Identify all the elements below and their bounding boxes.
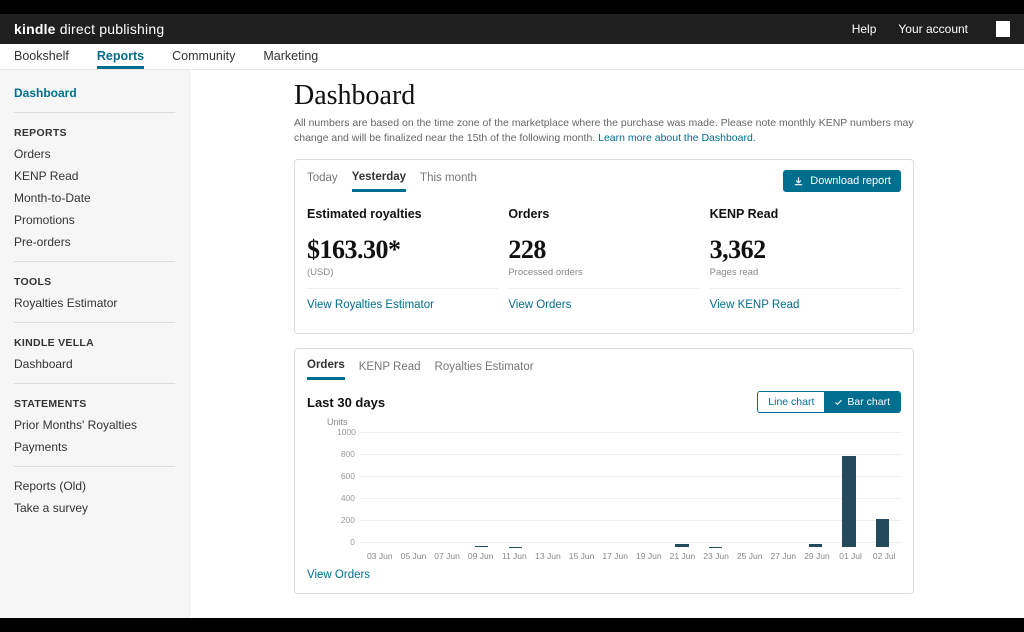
bar-column — [532, 427, 565, 547]
chart-tab-royalties[interactable]: Royalties Estimator — [435, 361, 534, 379]
sidebar-heading-vella: KINDLE VELLA — [14, 337, 175, 349]
orders-chart: 10008006004002000 — [337, 427, 901, 547]
bar-column — [866, 427, 899, 547]
main-tabs: Bookshelf Reports Community Marketing — [0, 44, 1024, 70]
view-orders-link[interactable]: View Orders — [508, 299, 699, 311]
bar-column — [398, 427, 431, 547]
sidebar-item-promotions[interactable]: Promotions — [14, 209, 175, 231]
xtick: 17 Jun — [598, 551, 632, 561]
sidebar-item-reports-old[interactable]: Reports (Old) — [14, 475, 175, 497]
sidebar-heading-tools: TOOLS — [14, 276, 175, 288]
xtick: 19 Jun — [632, 551, 666, 561]
view-kenp-link[interactable]: View KENP Read — [710, 299, 901, 311]
bar-column — [766, 427, 799, 547]
sidebar-item-mtd[interactable]: Month-to-Date — [14, 187, 175, 209]
xtick: 21 Jun — [666, 551, 700, 561]
sidebar-item-payments[interactable]: Payments — [14, 436, 175, 458]
metric-orders: Orders 228 Processed orders — [508, 207, 699, 289]
bar[interactable] — [675, 544, 688, 548]
metric-royalties-value: $163.30* — [307, 235, 498, 265]
chart-tab-kenp[interactable]: KENP Read — [359, 361, 421, 379]
sidebar-item-royalties-estimator[interactable]: Royalties Estimator — [14, 292, 175, 314]
view-royalties-link[interactable]: View Royalties Estimator — [307, 299, 498, 311]
summary-tab-month[interactable]: This month — [420, 172, 477, 190]
sidebar-item-dashboard[interactable]: Dashboard — [14, 82, 175, 104]
bar-column — [832, 427, 865, 547]
download-report-button[interactable]: Download report — [783, 170, 901, 192]
tab-marketing[interactable]: Marketing — [263, 49, 318, 69]
sidebar-heading-statements: STATEMENTS — [14, 398, 175, 410]
sidebar-item-prior-royalties[interactable]: Prior Months' Royalties — [14, 414, 175, 436]
xtick: 29 Jun — [800, 551, 834, 561]
help-link[interactable]: Help — [852, 22, 877, 36]
xtick: 23 Jun — [699, 551, 733, 561]
sidebar-heading-reports: REPORTS — [14, 127, 175, 139]
bar-column — [365, 427, 398, 547]
xtick: 27 Jun — [767, 551, 801, 561]
xtick: 13 Jun — [531, 551, 565, 561]
sidebar-item-preorders[interactable]: Pre-orders — [14, 231, 175, 253]
learn-more-link[interactable]: Learn more about the Dashboard. — [598, 132, 756, 144]
xtick: 02 Jul — [867, 551, 901, 561]
summary-tab-yesterday[interactable]: Yesterday — [352, 171, 406, 192]
download-icon — [793, 176, 804, 187]
tab-community[interactable]: Community — [172, 49, 235, 69]
xtick: 15 Jun — [565, 551, 599, 561]
account-icon[interactable] — [996, 21, 1010, 37]
summary-tab-today[interactable]: Today — [307, 172, 338, 190]
brand-logo[interactable]: kindle direct publishing — [14, 21, 164, 37]
sidebar-item-orders[interactable]: Orders — [14, 143, 175, 165]
bar-column — [799, 427, 832, 547]
metric-kenp-value: 3,362 — [710, 235, 901, 265]
sidebar: Dashboard REPORTS Orders KENP Read Month… — [0, 70, 190, 618]
bar[interactable] — [509, 547, 522, 548]
check-icon — [834, 398, 843, 407]
summary-card: Today Yesterday This month Download repo… — [294, 159, 914, 334]
metric-orders-value: 228 — [508, 235, 699, 265]
bar-column — [432, 427, 465, 547]
sidebar-item-survey[interactable]: Take a survey — [14, 497, 175, 519]
bar-column — [732, 427, 765, 547]
metric-royalties: Estimated royalties $163.30* (USD) — [307, 207, 498, 289]
bar[interactable] — [809, 544, 822, 548]
bar-chart-button[interactable]: Bar chart — [824, 392, 900, 412]
bar[interactable] — [876, 519, 889, 548]
sidebar-item-kenp[interactable]: KENP Read — [14, 165, 175, 187]
page-title: Dashboard — [294, 80, 914, 112]
chart-ylabel: Units — [327, 417, 901, 427]
bar-column — [632, 427, 665, 547]
bar-column — [665, 427, 698, 547]
sidebar-item-vella-dashboard[interactable]: Dashboard — [14, 353, 175, 375]
xtick: 03 Jun — [363, 551, 397, 561]
chart-view-orders-link[interactable]: View Orders — [307, 569, 901, 581]
bar-column — [699, 427, 732, 547]
xtick: 07 Jun — [430, 551, 464, 561]
bar-column — [499, 427, 532, 547]
line-chart-button[interactable]: Line chart — [758, 392, 824, 412]
xtick: 11 Jun — [498, 551, 532, 561]
chart-card: Orders KENP Read Royalties Estimator Las… — [294, 348, 914, 594]
bar-column — [599, 427, 632, 547]
top-bar: kindle direct publishing Help Your accou… — [0, 14, 1024, 44]
chart-period-title: Last 30 days — [307, 395, 385, 410]
account-link[interactable]: Your account — [898, 22, 968, 36]
tab-reports[interactable]: Reports — [97, 49, 144, 69]
tab-bookshelf[interactable]: Bookshelf — [14, 49, 69, 69]
bar-column — [465, 427, 498, 547]
bar-column — [565, 427, 598, 547]
xtick: 25 Jun — [733, 551, 767, 561]
metric-kenp: KENP Read 3,362 Pages read — [710, 207, 901, 289]
xtick: 05 Jun — [397, 551, 431, 561]
chart-tab-orders[interactable]: Orders — [307, 359, 345, 380]
xtick: 09 Jun — [464, 551, 498, 561]
page-note: All numbers are based on the time zone o… — [294, 116, 914, 145]
bar[interactable] — [842, 456, 855, 547]
bar[interactable] — [475, 546, 488, 547]
xtick: 01 Jul — [834, 551, 868, 561]
bar[interactable] — [709, 547, 722, 548]
chart-type-toggle: Line chart Bar chart — [757, 391, 901, 413]
